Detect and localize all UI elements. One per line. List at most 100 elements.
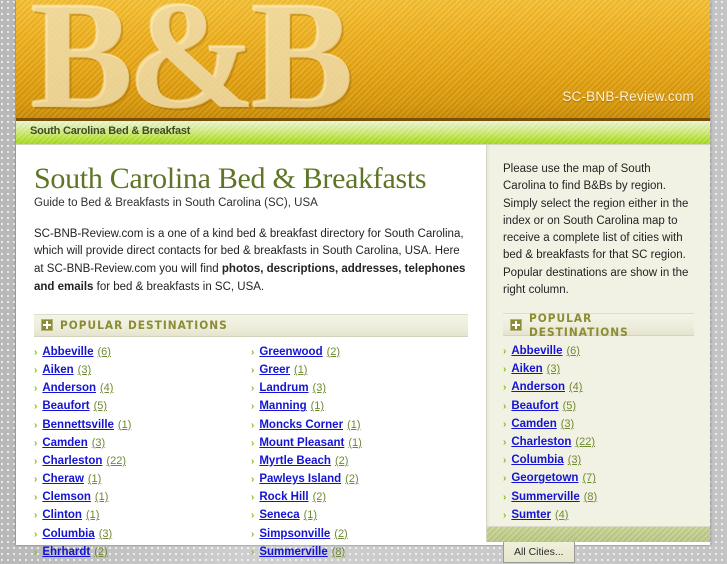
city-link[interactable]: Charleston: [511, 436, 571, 448]
city-link[interactable]: Cheraw: [42, 473, 84, 485]
city-link[interactable]: Camden: [42, 437, 87, 449]
city-link[interactable]: Columbia: [42, 528, 94, 540]
city-count[interactable]: (1): [118, 419, 131, 431]
city-link[interactable]: Clinton: [42, 509, 82, 521]
city-link[interactable]: Georgetown: [511, 472, 578, 484]
city-count[interactable]: (3): [313, 382, 326, 394]
city-link[interactable]: Manning: [259, 400, 306, 412]
city-count[interactable]: (8): [332, 546, 345, 558]
city-link[interactable]: Anderson: [511, 381, 565, 393]
city-count[interactable]: (3): [568, 454, 581, 466]
main-column: South Carolina Bed & Breakfasts Guide to…: [16, 145, 486, 558]
city-link[interactable]: Beaufort: [511, 400, 558, 412]
city-link[interactable]: Abbeville: [42, 346, 93, 358]
city-count[interactable]: (2): [334, 528, 347, 540]
list-item: › Greer (1): [251, 364, 468, 382]
sidebar-intro-paragraph: Please use the map of South Carolina to …: [503, 163, 689, 296]
destinations-grid: › Abbeville (6) › Aiken (3) › Anderson (4) › Beauf…: [34, 346, 468, 564]
city-count[interactable]: (1): [311, 400, 324, 412]
list-item: › Anderson (4): [34, 382, 251, 400]
list-item: › Clemson (1): [34, 491, 251, 509]
city-count[interactable]: (5): [563, 400, 576, 412]
city-count[interactable]: (2): [335, 455, 348, 467]
list-item: › Manning (1): [251, 400, 468, 418]
list-item: › Aiken (3): [503, 363, 694, 381]
city-count[interactable]: (6): [566, 345, 579, 357]
city-count[interactable]: (4): [569, 381, 582, 393]
chevron-right-icon: ›: [503, 509, 507, 521]
chevron-right-icon: ›: [503, 436, 507, 448]
list-item: › Georgetown (7): [503, 472, 694, 490]
city-link[interactable]: Pawleys Island: [259, 473, 341, 485]
city-link[interactable]: Ehrhardt: [42, 546, 90, 558]
city-link[interactable]: Landrum: [259, 382, 308, 394]
chevron-right-icon: ›: [503, 491, 507, 503]
city-count[interactable]: (6): [97, 346, 110, 358]
list-item: › Greenwood (2): [251, 346, 468, 364]
main-popular-destinations-header: POPULAR DESTINATIONS: [34, 313, 468, 337]
city-count[interactable]: (2): [327, 346, 340, 358]
city-link[interactable]: Bennettsville: [42, 419, 114, 431]
city-count[interactable]: (4): [100, 382, 113, 394]
list-item: › Beaufort (5): [503, 400, 694, 418]
sidebar-popular-destinations-header: POPULAR DESTINATIONS: [503, 311, 694, 339]
city-link[interactable]: Rock Hill: [259, 491, 308, 503]
intro-paragraph: SC-BNB-Review.com is a one of a kind bed…: [34, 226, 468, 297]
city-count[interactable]: (3): [561, 418, 574, 430]
city-count[interactable]: (2): [313, 491, 326, 503]
city-link[interactable]: Moncks Corner: [259, 419, 343, 431]
city-link[interactable]: Greenwood: [259, 346, 322, 358]
list-item: › Clinton (1): [34, 509, 251, 527]
city-count[interactable]: (3): [78, 364, 91, 376]
chevron-right-icon: ›: [34, 419, 38, 431]
city-link[interactable]: Columbia: [511, 454, 563, 466]
city-link[interactable]: Summerville: [259, 546, 327, 558]
city-count[interactable]: (1): [304, 509, 317, 521]
city-link[interactable]: Charleston: [42, 455, 102, 467]
city-count[interactable]: (2): [345, 473, 358, 485]
city-count[interactable]: (3): [92, 437, 105, 449]
city-count[interactable]: (8): [584, 491, 597, 503]
city-count[interactable]: (1): [348, 437, 361, 449]
city-count[interactable]: (2): [94, 546, 107, 558]
list-item: › Mount Pleasant (1): [251, 437, 468, 455]
city-link[interactable]: Simpsonville: [259, 528, 330, 540]
city-link[interactable]: Beaufort: [42, 400, 89, 412]
city-count[interactable]: (1): [88, 473, 101, 485]
city-count[interactable]: (7): [582, 472, 595, 484]
city-count[interactable]: (4): [555, 509, 568, 521]
city-link[interactable]: Summerville: [511, 491, 579, 503]
all-cities-button[interactable]: All Cities...: [503, 540, 575, 563]
list-item: › Abbeville (6): [503, 345, 694, 363]
city-link[interactable]: Myrtle Beach: [259, 455, 331, 467]
chevron-right-icon: ›: [34, 401, 38, 413]
sidebar-destination-list: › Abbeville (6) › Aiken (3) › Anderson (4) › Beauf…: [503, 345, 694, 527]
city-count[interactable]: (3): [99, 528, 112, 540]
breadcrumb-bar: South Carolina Bed & Breakfast: [16, 121, 710, 145]
breadcrumb[interactable]: South Carolina Bed & Breakfast: [30, 125, 190, 137]
city-link[interactable]: Mount Pleasant: [259, 437, 344, 449]
city-link[interactable]: Seneca: [259, 509, 299, 521]
chevron-right-icon: ›: [34, 510, 38, 522]
city-link[interactable]: Aiken: [511, 363, 542, 375]
city-count[interactable]: (1): [86, 509, 99, 521]
list-item: › Pawleys Island (2): [251, 473, 468, 491]
chevron-right-icon: ›: [34, 346, 38, 358]
city-count[interactable]: (3): [547, 363, 560, 375]
city-count[interactable]: (22): [106, 455, 126, 467]
city-link[interactable]: Clemson: [42, 491, 91, 503]
city-link[interactable]: Sumter: [511, 509, 551, 521]
city-link[interactable]: Camden: [511, 418, 556, 430]
city-count[interactable]: (5): [94, 400, 107, 412]
city-link[interactable]: Anderson: [42, 382, 96, 394]
city-link[interactable]: Aiken: [42, 364, 73, 376]
city-count[interactable]: (22): [575, 436, 595, 448]
chevron-right-icon: ›: [251, 364, 255, 376]
city-count[interactable]: (1): [347, 419, 360, 431]
city-link[interactable]: Abbeville: [511, 345, 562, 357]
city-count[interactable]: (1): [294, 364, 307, 376]
list-item: › Aiken (3): [34, 364, 251, 382]
city-link[interactable]: Greer: [259, 364, 290, 376]
city-count[interactable]: (1): [95, 491, 108, 503]
list-item: › Sumter (4): [503, 509, 694, 527]
